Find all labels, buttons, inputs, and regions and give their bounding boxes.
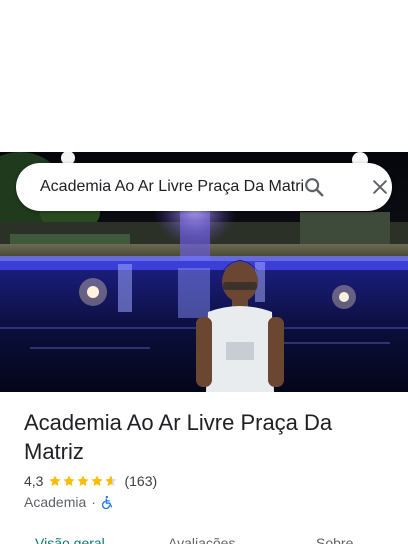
tab-about[interactable]: Sobre xyxy=(316,534,353,544)
category-row: Academia · xyxy=(24,493,115,511)
rating-value: 4,3 xyxy=(24,473,44,489)
place-category[interactable]: Academia xyxy=(24,494,86,510)
rating-stars xyxy=(48,474,118,488)
star-icon xyxy=(49,475,62,487)
star-half-icon xyxy=(105,475,118,487)
tab-reviews[interactable]: Avaliações xyxy=(168,534,235,544)
search-input[interactable]: Academia Ao Ar Livre Praça Da Matri xyxy=(40,163,304,211)
star-icon xyxy=(77,475,90,487)
wheelchair-icon xyxy=(101,495,113,509)
close-icon[interactable] xyxy=(370,177,390,197)
place-tabs: Visão geral Avaliações Sobre xyxy=(0,528,408,544)
star-icon xyxy=(63,475,76,487)
star-icon xyxy=(91,475,104,487)
place-title: Academia Ao Ar Livre Praça Da Matriz xyxy=(24,410,333,464)
separator-dot: · xyxy=(91,494,96,510)
review-count[interactable]: (163) xyxy=(124,473,157,489)
tab-overview[interactable]: Visão geral xyxy=(35,534,105,544)
search-bar[interactable]: Academia Ao Ar Livre Praça Da Matri xyxy=(16,163,392,211)
search-icon[interactable] xyxy=(303,176,325,198)
rating-row[interactable]: 4,3 (163) xyxy=(24,472,157,490)
